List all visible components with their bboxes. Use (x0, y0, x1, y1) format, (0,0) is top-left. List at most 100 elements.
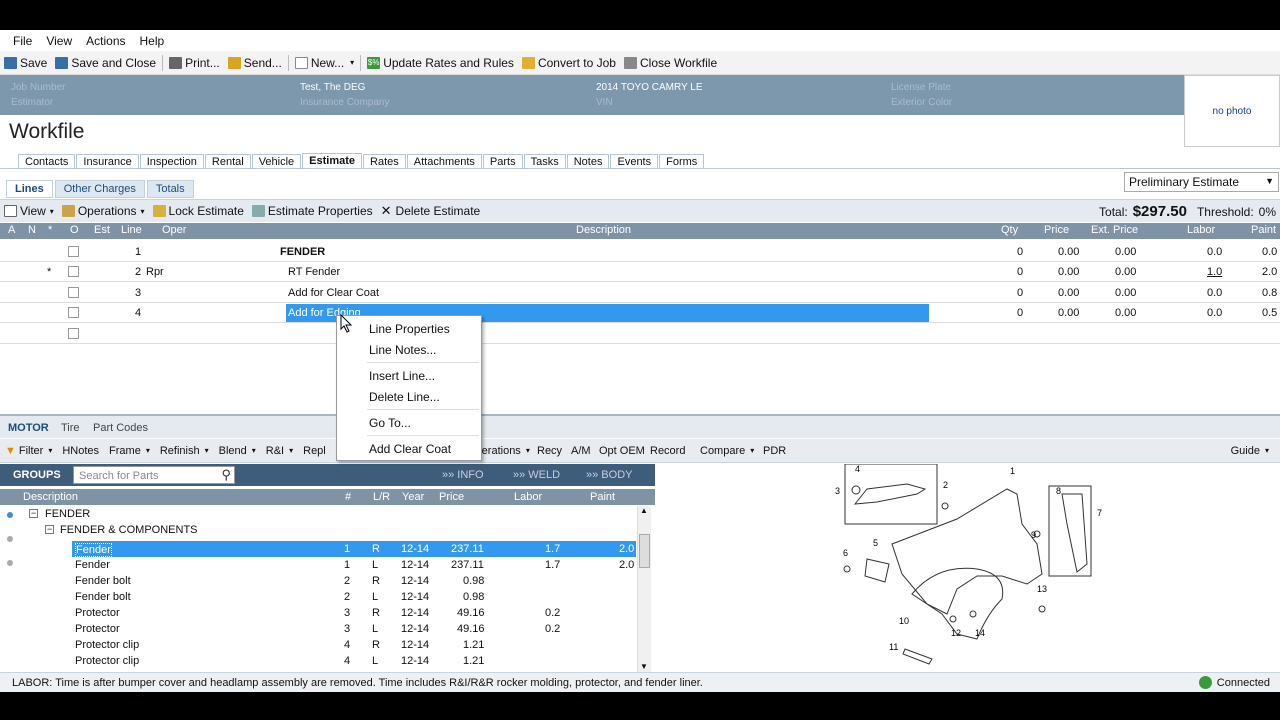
parts-scrollbar[interactable]: ▲ ▼ (637, 506, 651, 672)
part-row[interactable]: Protector 3 R 12-14 49.16 0.2 (0, 605, 640, 621)
menu-item-insert-line[interactable]: Insert Line... (369, 369, 435, 383)
operations-menu-button[interactable]: Operations ▾ (58, 201, 149, 221)
row-checkbox[interactable] (68, 307, 79, 318)
tree-subgroup[interactable]: FENDER & COMPONENTS (60, 524, 198, 536)
col-labor[interactable]: Labor (514, 491, 542, 503)
col-lr[interactable]: L/R (373, 491, 390, 503)
col-labor[interactable]: Labor (1187, 224, 1215, 236)
menu-item-delete-line[interactable]: Delete Line... (369, 390, 440, 404)
search-parts-input[interactable]: Search for Parts ⚲ (73, 466, 235, 484)
repl-button[interactable]: Repl (298, 445, 331, 457)
search-icon[interactable]: ⚲ (221, 467, 231, 483)
callout-14[interactable]: 14 (975, 628, 985, 638)
callout-11[interactable]: 11 (889, 642, 898, 652)
collapse-icon[interactable]: − (45, 525, 54, 534)
new-button[interactable]: New... ▾ (291, 53, 358, 73)
scroll-thumb[interactable] (639, 534, 650, 568)
callout-12[interactable]: 12 (951, 628, 961, 638)
col-number[interactable]: # (345, 491, 351, 503)
close-workfile-button[interactable]: Close Workfile (620, 53, 721, 73)
send-button[interactable]: Send... (224, 53, 286, 73)
col-description[interactable]: Description (23, 491, 78, 503)
tab-tire[interactable]: Tire (61, 422, 80, 434)
vehicle-photo[interactable]: no photo (1184, 75, 1280, 147)
convert-to-job-button[interactable]: Convert to Job (518, 53, 620, 73)
tab-contacts[interactable]: Contacts (18, 154, 76, 169)
tab-events[interactable]: Events (610, 154, 659, 169)
col-n[interactable]: N (28, 224, 36, 236)
callout-6[interactable]: 6 (843, 548, 848, 558)
part-row-selected[interactable]: Fender 1 R 12-14 237.11 1.7 2.0 (72, 541, 636, 557)
col-paint[interactable]: Paint (590, 491, 615, 503)
callout-13[interactable]: 13 (1037, 584, 1047, 594)
menu-file[interactable]: File (6, 34, 39, 48)
tab-insurance[interactable]: Insurance (76, 154, 139, 169)
scroll-down-icon[interactable]: ▼ (640, 662, 648, 671)
line-labor[interactable]: 1.0 (1207, 266, 1222, 278)
col-qty[interactable]: Qty (1001, 224, 1018, 236)
tab-vehicle[interactable]: Vehicle (251, 154, 302, 169)
opt-oem-button[interactable]: Opt OEM (594, 445, 650, 457)
col-price[interactable]: Price (1044, 224, 1069, 236)
menu-item-go-to[interactable]: Go To... (369, 416, 411, 430)
tab-inspection[interactable]: Inspection (139, 154, 204, 169)
row-checkbox[interactable] (68, 328, 79, 339)
row-checkbox[interactable] (68, 266, 79, 277)
subtab-other-charges[interactable]: Other Charges (54, 180, 145, 198)
menu-help[interactable]: Help (133, 34, 172, 48)
lock-estimate-button[interactable]: Lock Estimate (149, 201, 248, 221)
tab-rental[interactable]: Rental (204, 154, 251, 169)
parts-diagram[interactable]: 1 2 3 4 5 6 7 8 9 10 11 12 13 14 (657, 463, 1280, 692)
menu-item-line-properties[interactable]: Line Properties (369, 322, 450, 336)
callout-7[interactable]: 7 (1097, 508, 1102, 518)
part-row[interactable]: Fender bolt 2 R 12-14 0.98 (0, 573, 640, 589)
col-o[interactable]: O (70, 224, 79, 236)
save-button[interactable]: Save (0, 53, 51, 73)
callout-9[interactable]: 9 (1031, 530, 1036, 540)
filter-button[interactable]: ▼ Filter ▾ (0, 445, 57, 457)
callout-3[interactable]: 3 (835, 486, 840, 496)
groups-label[interactable]: GROUPS (13, 469, 61, 481)
tab-parts[interactable]: Parts (482, 154, 523, 169)
col-line[interactable]: Line (121, 224, 142, 236)
tab-part-codes[interactable]: Part Codes (93, 422, 148, 434)
col-description[interactable]: Description (576, 224, 631, 236)
col-price[interactable]: Price (439, 491, 464, 503)
col-a[interactable]: A (8, 224, 15, 236)
callout-1[interactable]: 1 (1010, 466, 1015, 476)
table-row[interactable]: * 2 Rpr RT Fender 0 0.00 0.00 1.0 2.0 (0, 262, 1280, 282)
menu-actions[interactable]: Actions (79, 34, 132, 48)
refinish-button[interactable]: Refinish ▾ (155, 445, 214, 457)
col-est[interactable]: Est (94, 224, 110, 236)
subtab-totals[interactable]: Totals (146, 180, 194, 198)
am-button[interactable]: A/M (566, 445, 596, 457)
scroll-up-icon[interactable]: ▲ (640, 506, 648, 515)
callout-4[interactable]: 4 (855, 464, 860, 474)
recy-button[interactable]: Recy (532, 445, 567, 457)
row-checkbox[interactable] (68, 246, 79, 257)
callout-8[interactable]: 8 (1056, 486, 1061, 496)
menu-view[interactable]: View (39, 34, 79, 48)
print-button[interactable]: Print... (165, 53, 224, 73)
info-button[interactable]: »» INFO (442, 469, 484, 481)
table-row[interactable]: 3 Add for Clear Coat 0 0.00 0.00 0.0 0.8 (0, 283, 1280, 303)
delete-estimate-button[interactable]: ✕ Delete Estimate (377, 201, 485, 221)
table-row-selected[interactable]: 4 Add for Edging 0 0.00 0.00 0.0 0.5 (0, 303, 1280, 323)
tab-estimate[interactable]: Estimate (302, 153, 363, 169)
callout-2[interactable]: 2 (943, 480, 948, 490)
tab-notes[interactable]: Notes (566, 154, 610, 169)
tree-group-fender[interactable]: FENDER (45, 508, 90, 520)
record-button[interactable]: Record (645, 445, 690, 457)
table-row-empty[interactable] (0, 324, 1280, 344)
col-paint[interactable]: Paint (1251, 224, 1276, 236)
callout-10[interactable]: 10 (899, 616, 909, 626)
pdr-button[interactable]: PDR (758, 445, 791, 457)
hnotes-button[interactable]: HNotes (57, 445, 104, 457)
part-row[interactable]: Protector clip 4 R 12-14 1.21 (0, 637, 640, 653)
ri-button[interactable]: R&I ▾ (261, 445, 298, 457)
part-row[interactable]: Fender bolt 2 L 12-14 0.98 (0, 589, 640, 605)
col-year[interactable]: Year (402, 491, 424, 503)
col-oper[interactable]: Oper (162, 224, 186, 236)
part-row[interactable]: Protector clip 4 L 12-14 1.21 (0, 653, 640, 669)
view-menu-button[interactable]: View ▾ (0, 201, 58, 221)
